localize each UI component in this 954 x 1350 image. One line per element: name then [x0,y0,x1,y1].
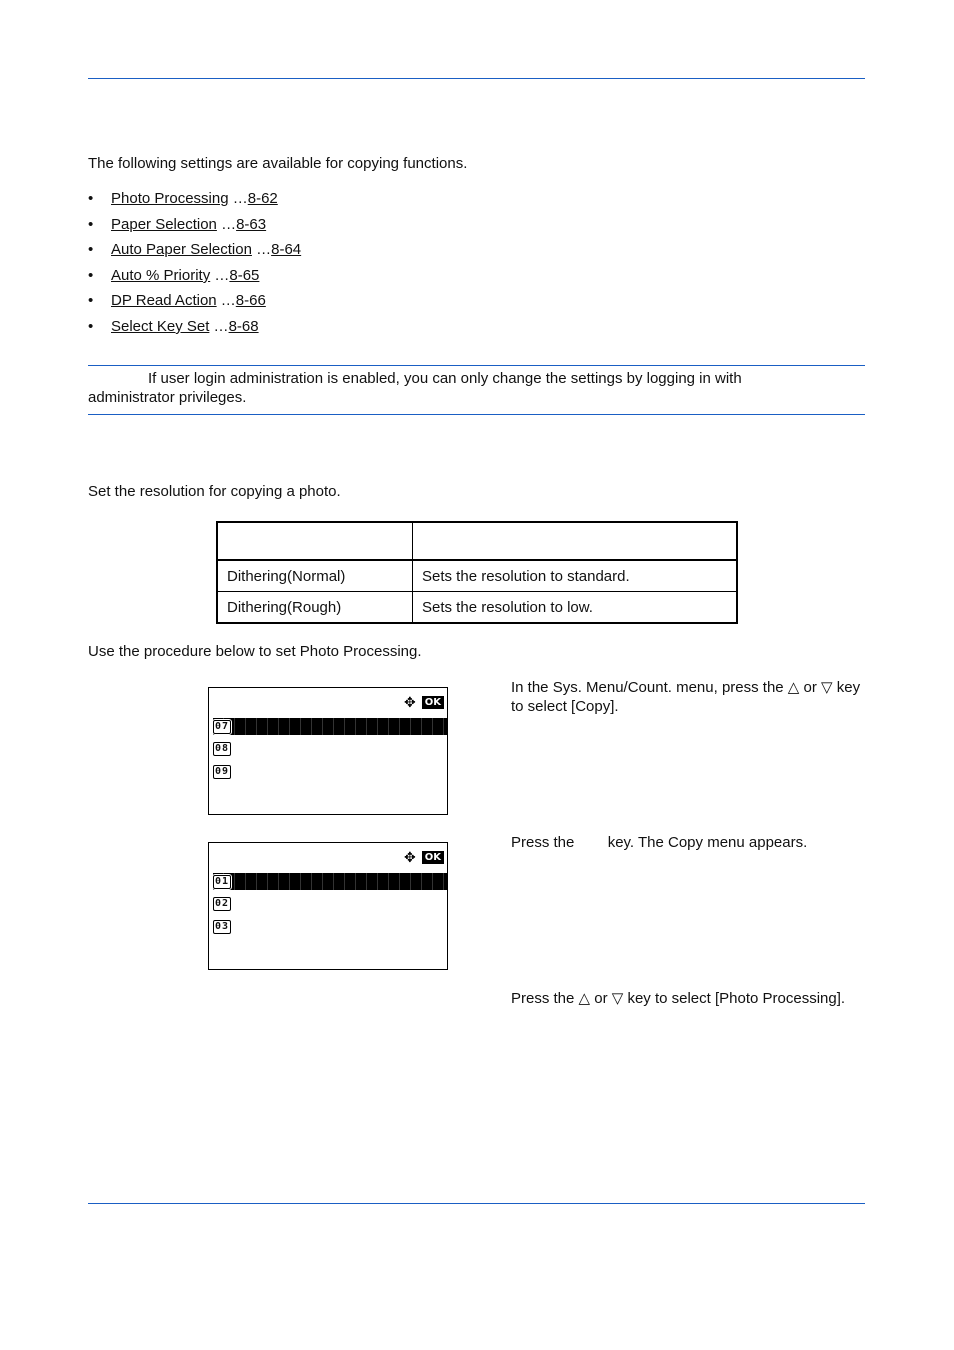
list-item: • Paper Selection …8-63 [88,214,301,240]
option-description: Sets the resolution to standard. [412,559,738,592]
bullet: • [88,190,94,207]
ellipsis: … [216,215,237,233]
setting-link[interactable]: DP Read Action [111,292,217,309]
table-row: Dithering(Rough) Sets the resolution to … [216,591,738,624]
setting-link[interactable]: Select Key Set [111,318,209,335]
menu-row[interactable]: 02 [213,895,447,912]
header-rule [88,78,865,79]
page-link[interactable]: 8-66 [236,292,266,309]
table-row: Dithering(Normal) Sets the resolution to… [216,559,738,592]
row-number: 01 [211,873,233,890]
ellipsis: … [210,266,230,284]
bullet: • [88,292,94,310]
row-number: 07 [211,718,233,735]
menu-row-selected[interactable]: 07 [211,718,447,735]
menu-row[interactable]: 08 [213,740,447,757]
page-link[interactable]: 8-62 [248,190,278,207]
option-name: Dithering(Rough) [216,591,413,624]
setting-link[interactable]: Paper Selection [111,216,217,233]
option-name: Dithering(Normal) [216,559,413,592]
note-text: If user login administration is enabled,… [88,370,742,406]
list-item: • Photo Processing …8-62 [88,188,301,214]
ellipsis: … [209,317,229,335]
bullet: • [88,241,94,259]
bullet: • [88,215,94,233]
ellipsis: … [216,292,236,310]
ellipsis: … [228,190,248,207]
note-block: If user login administration is enabled,… [88,369,788,407]
header-cell [216,521,413,561]
procedure-intro: Use the procedure below to set Photo Pro… [88,643,422,660]
page-link[interactable]: 8-63 [236,216,266,233]
ellipsis: … [251,241,272,259]
row-number: 09 [213,764,232,779]
list-item: • Select Key Set …8-68 [88,316,301,342]
setting-link[interactable]: Photo Processing [111,190,229,207]
section-description: Set the resolution for copying a photo. [88,483,341,500]
menu-row[interactable]: 09 [213,763,447,780]
note-bottom-rule [88,414,865,415]
list-item: • DP Read Action …8-66 [88,290,301,316]
page-link[interactable]: 8-68 [229,318,259,335]
setting-link[interactable]: Auto % Priority [111,267,210,284]
footer-rule [88,1203,865,1204]
menu-row[interactable]: 03 [213,918,447,935]
list-item: • Auto % Priority …8-65 [88,265,301,291]
menu-row-selected[interactable]: 01 [211,873,447,890]
bullet: • [88,317,94,335]
setting-link[interactable]: Auto Paper Selection [111,241,252,258]
table-header-row [216,521,738,561]
page-link[interactable]: 8-65 [229,267,259,284]
navigation-cross-icon: ✥ [404,694,416,710]
intro-text: The following settings are available for… [88,155,468,172]
row-number: 02 [213,896,232,911]
lcd-screen-sysmenu: ✥ OK 07 08 09 [208,687,448,815]
lcd-screen-copy-menu: ✥ OK 01 02 03 [208,842,448,970]
note-top-rule [88,365,865,366]
navigation-cross-icon: ✥ [404,849,416,865]
row-number: 08 [213,741,232,756]
page-link[interactable]: 8-64 [271,241,301,258]
ok-key-icon: OK [421,695,444,709]
settings-list: • Photo Processing …8-62 • Paper Selection… [88,188,301,342]
step-2-text: Press the key. The Copy menu appears. [511,834,808,851]
header-cell [412,521,738,561]
bullet: • [88,266,94,284]
step-1-text: In the Sys. Menu/Count. menu, press the … [511,679,861,715]
options-table: Dithering(Normal) Sets the resolution to… [216,521,738,624]
list-item: • Auto Paper Selection …8-64 [88,239,301,265]
row-number: 03 [213,919,232,934]
step-3-text: Press the △ or ▽ key to select [Photo Pr… [511,990,846,1007]
option-description: Sets the resolution to low. [412,591,738,624]
ok-key-icon: OK [421,850,444,864]
